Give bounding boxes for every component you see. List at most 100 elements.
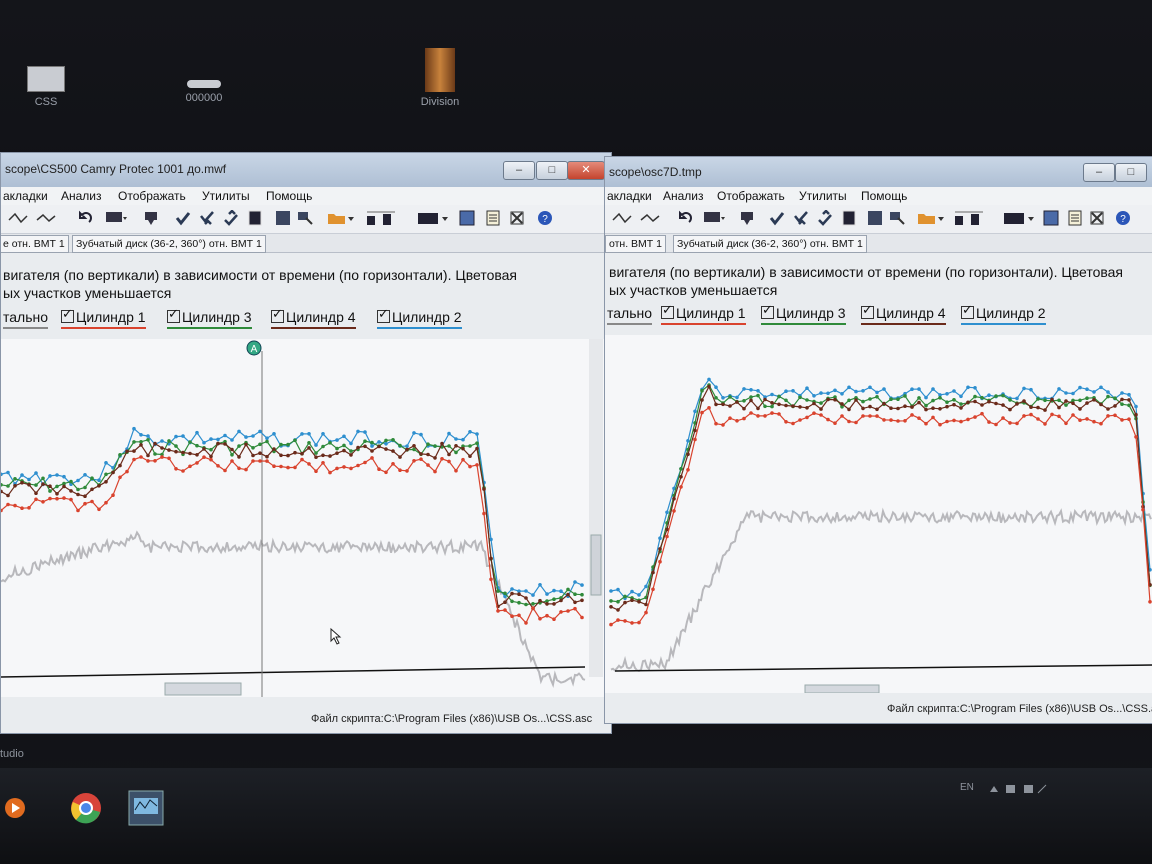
trace-point	[749, 388, 753, 392]
legend-cylinder-1[interactable]: Цилиндр 1	[661, 302, 746, 325]
checkbox-icon[interactable]	[167, 306, 180, 323]
tab-toothed-wheel[interactable]: Зубчатый диск (36-2, 360°) отн. ВМТ 1	[673, 235, 867, 253]
description-line-2: ых участков уменьшается	[609, 282, 778, 298]
undo-icon[interactable]	[77, 210, 93, 226]
close-button[interactable]: ✕	[567, 161, 605, 180]
maximize-button[interactable]: □	[1115, 163, 1147, 182]
wave-tools-icon[interactable]	[611, 210, 667, 226]
menu-tabs[interactable]: акладки	[3, 189, 48, 203]
oscilloscope-taskbar-icon[interactable]	[128, 790, 164, 826]
checkbox-icon[interactable]	[377, 306, 390, 323]
page-icon[interactable]	[247, 210, 263, 226]
trace-point	[1078, 398, 1082, 403]
tab-tdc[interactable]: отн. ВМТ 1	[605, 235, 666, 253]
record-icon[interactable]	[417, 210, 451, 226]
trace-point	[34, 491, 38, 495]
legend-total[interactable]: тально	[3, 309, 49, 329]
menu-help[interactable]: Помощь	[861, 189, 907, 203]
trace-point	[1057, 405, 1061, 410]
record-icon[interactable]	[1003, 210, 1037, 226]
check-up-icon[interactable]	[817, 210, 833, 226]
notes-icon[interactable]	[485, 210, 501, 226]
trace-point	[370, 444, 374, 448]
help-icon[interactable]: ?	[1115, 210, 1131, 226]
open-folder-icon[interactable]	[917, 210, 947, 226]
grid-icon[interactable]	[867, 210, 883, 226]
trace-point	[468, 454, 472, 458]
tab-tdc[interactable]: е отн. ВМТ 1	[1, 235, 69, 253]
horizontal-scroll-thumb[interactable]	[164, 682, 242, 696]
trace-point	[230, 453, 234, 457]
menu-utilities[interactable]: Утилиты	[799, 189, 847, 203]
screen-icon[interactable]	[703, 210, 725, 226]
check-up-icon[interactable]	[223, 210, 239, 226]
grid-icon[interactable]	[275, 210, 291, 226]
trace-point	[160, 439, 164, 443]
legend-cylinder-2[interactable]: Цилиндр 2	[377, 306, 462, 329]
check-icon[interactable]	[175, 210, 191, 226]
flag-icon[interactable]	[143, 210, 159, 226]
menu-analysis[interactable]: Анализ	[663, 189, 704, 203]
legend-cylinder-3[interactable]: Цилиндр 3	[761, 302, 846, 325]
checkbox-icon[interactable]	[761, 302, 774, 319]
trace-point	[630, 621, 634, 625]
tab-toothed-wheel[interactable]: Зубчатый диск (36-2, 360°) отн. ВМТ 1	[72, 235, 266, 253]
check-icon[interactable]	[769, 210, 785, 226]
division-desktop-icon[interactable]: Division	[400, 48, 480, 108]
horizontal-scroll-thumb[interactable]	[804, 684, 880, 694]
vertical-scroll-thumb[interactable]	[590, 534, 602, 596]
help-icon[interactable]: ?	[537, 210, 553, 226]
legend-cylinder-4[interactable]: Цилиндр 4	[271, 306, 356, 329]
menu-analysis[interactable]: Анализ	[61, 189, 102, 203]
menu-display[interactable]: Отображать	[118, 189, 186, 203]
trace-point	[209, 454, 213, 459]
flag-icon[interactable]	[739, 210, 755, 226]
checkbox-icon[interactable]	[61, 306, 74, 323]
right-plot-area[interactable]	[605, 335, 1152, 694]
legend-cylinder-3[interactable]: Цилиндр 3	[167, 306, 252, 329]
open-folder-icon[interactable]	[327, 210, 357, 226]
delete-icon[interactable]	[509, 210, 525, 226]
trace-point	[195, 461, 199, 465]
media-player-icon[interactable]	[4, 796, 26, 820]
legend-cylinder-4[interactable]: Цилиндр 4	[861, 302, 946, 325]
channel-icons[interactable]	[365, 210, 405, 226]
menu-display[interactable]: Отображать	[717, 189, 785, 203]
minimize-button[interactable]: –	[503, 161, 535, 180]
menu-utilities[interactable]: Утилиты	[202, 189, 250, 203]
checkbox-icon[interactable]	[861, 302, 874, 319]
cursor-tool-icon[interactable]	[297, 210, 313, 226]
image-icon[interactable]	[459, 210, 475, 226]
cursor-tool-icon[interactable]	[889, 210, 905, 226]
legend-cylinder-1[interactable]: Цилиндр 1	[61, 306, 146, 329]
notes-icon[interactable]	[1067, 210, 1083, 226]
screen-icon[interactable]	[105, 210, 127, 226]
check-down-icon[interactable]	[793, 210, 809, 226]
chrome-icon[interactable]	[70, 792, 102, 824]
minimize-button[interactable]: –	[1083, 163, 1115, 182]
image-icon[interactable]	[1043, 210, 1059, 226]
maximize-button[interactable]: □	[536, 161, 568, 180]
checkbox-icon[interactable]	[271, 306, 284, 323]
legend-total[interactable]: тально	[607, 305, 653, 325]
vertical-scrollbar[interactable]	[589, 339, 603, 677]
tray-icons[interactable]	[988, 782, 1048, 796]
delete-icon[interactable]	[1089, 210, 1105, 226]
language-indicator[interactable]: EN	[960, 782, 974, 793]
legend-cylinder-2[interactable]: Цилиндр 2	[961, 302, 1046, 325]
trace-point	[188, 440, 192, 444]
css-desktop-icon[interactable]: CSS	[6, 66, 86, 108]
page-icon[interactable]	[841, 210, 857, 226]
menu-help[interactable]: Помощь	[266, 189, 312, 203]
trace-point	[538, 583, 542, 587]
trace-point	[139, 440, 143, 444]
plane-desktop-icon[interactable]: 000000	[164, 80, 244, 104]
wave-tools-icon[interactable]	[7, 210, 67, 226]
undo-icon[interactable]	[677, 210, 693, 226]
checkbox-icon[interactable]	[961, 302, 974, 319]
channel-icons[interactable]	[953, 210, 993, 226]
menu-tabs[interactable]: акладки	[607, 189, 652, 203]
left-plot-area[interactable]: A	[1, 339, 605, 697]
checkbox-icon[interactable]	[661, 302, 674, 319]
check-down-icon[interactable]	[199, 210, 215, 226]
